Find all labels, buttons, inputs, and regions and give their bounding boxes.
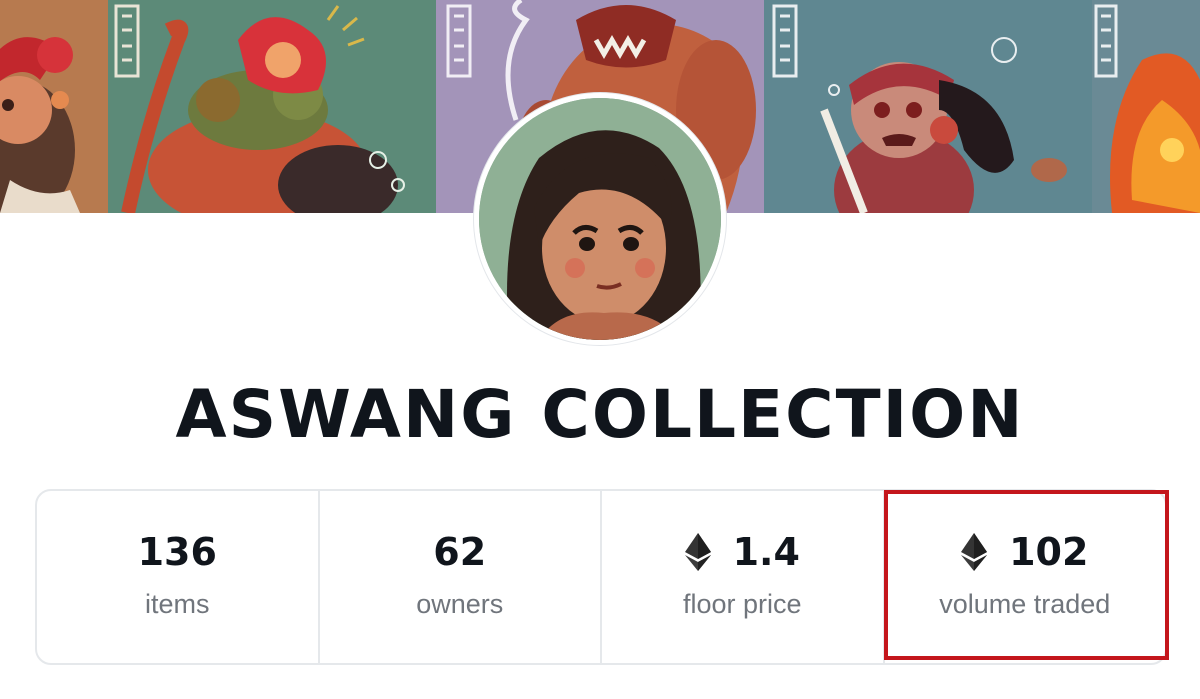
stat-value: 136: [137, 530, 217, 574]
stat-floor-price[interactable]: 1.4 floor price: [600, 491, 883, 663]
banner-art-panel: [1092, 0, 1200, 213]
ethereum-icon: [684, 533, 711, 571]
stat-value: 62: [433, 530, 487, 574]
stat-value: 102: [1009, 530, 1089, 574]
stat-items[interactable]: 136 items: [37, 491, 318, 663]
banner-art-panel: [108, 0, 436, 213]
banner-art-panel: [764, 0, 1092, 213]
stat-label: floor price: [682, 589, 802, 619]
collection-stats: 136 items 62 owners 1.4 floor price 102 …: [35, 489, 1167, 665]
ethereum-icon: [961, 533, 988, 571]
stat-value: 1.4: [732, 530, 800, 574]
stat-label: items: [144, 589, 210, 619]
stat-volume-traded[interactable]: 102 volume traded: [882, 491, 1166, 663]
collection-avatar: [474, 93, 726, 345]
stat-owners[interactable]: 62 owners: [317, 491, 601, 663]
banner-art-panel: [0, 0, 108, 213]
stat-label: volume traded: [939, 589, 1111, 619]
stat-label: owners: [416, 589, 504, 619]
collection-title: ASWANG COLLECTION: [175, 376, 1025, 453]
